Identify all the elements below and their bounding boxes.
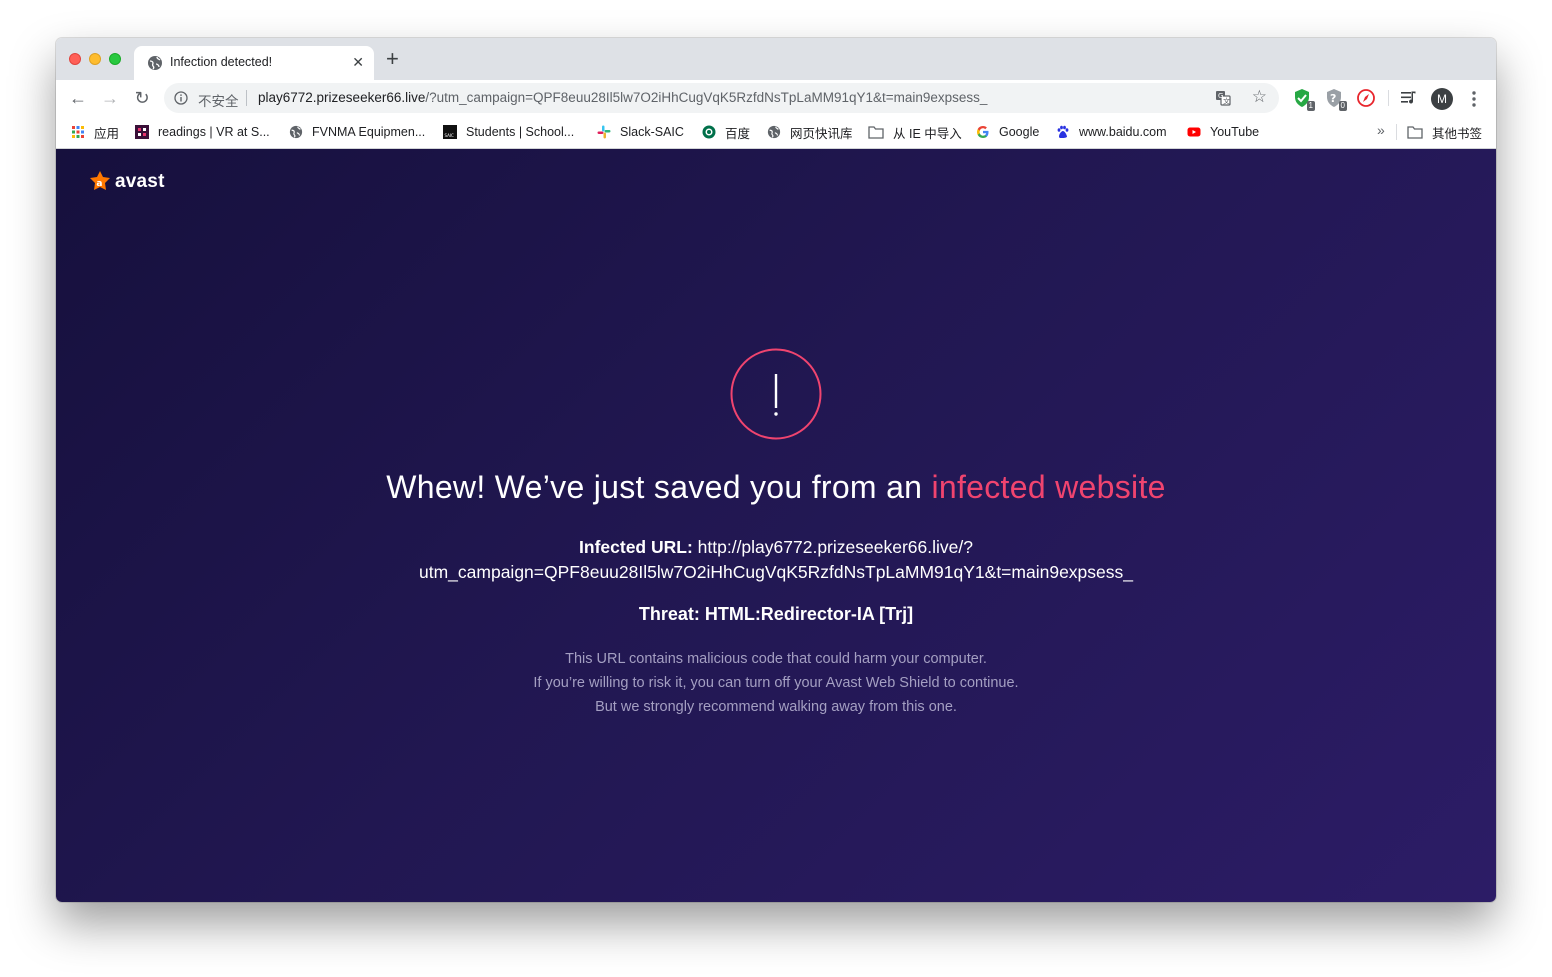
slack-icon	[597, 125, 611, 139]
bookmark-label: readings | VR at S...	[158, 125, 270, 139]
browser-window: Infection detected! ✕ + ← → ↻ 不安全 play67…	[56, 38, 1496, 902]
globe-icon	[148, 56, 162, 70]
address-url[interactable]: play6772.prizeseeker66.live/?utm_campaig…	[258, 90, 987, 105]
description-line: This URL contains malicious code that co…	[565, 651, 987, 667]
minimize-window-button[interactable]	[89, 53, 101, 65]
bookmark-webslice[interactable]: 网页快讯库	[767, 124, 853, 141]
bookmark-students[interactable]: SAIC Students | School...	[443, 124, 574, 140]
window-controls	[69, 53, 121, 65]
extension-compass[interactable]	[1356, 88, 1376, 108]
toolbar-separator	[1388, 90, 1389, 106]
avast-logo-icon: a	[90, 171, 110, 190]
folder-icon	[868, 126, 884, 139]
new-tab-button[interactable]: +	[386, 48, 399, 70]
tab-close-icon[interactable]: ✕	[352, 53, 364, 71]
warning-description: This URL contains malicious code that co…	[56, 647, 1496, 719]
starbucks-icon	[702, 125, 716, 139]
brand-name: avast	[115, 171, 165, 192]
bookmarks-overflow-button[interactable]: »	[1377, 122, 1385, 138]
apps-grid-icon	[72, 126, 84, 138]
menu-dots-icon[interactable]	[1467, 89, 1481, 109]
toolbar: ← → ↻ 不安全 play6772.prizeseeker66.live/?u…	[56, 80, 1496, 116]
compass-icon	[1357, 89, 1375, 107]
infected-url-part2: utm_campaign=QPF8euu28Il5lw7O2iHhCugVqK5…	[419, 562, 1133, 582]
media-queue-icon[interactable]	[1400, 90, 1418, 106]
reload-button[interactable]: ↻	[130, 87, 154, 109]
bookmark-label: www.baidu.com	[1079, 125, 1167, 139]
globe-icon	[767, 125, 781, 139]
bookmark-google[interactable]: Google	[976, 124, 1039, 140]
info-icon[interactable]	[174, 91, 188, 105]
security-label[interactable]: 不安全	[198, 90, 239, 110]
warning-headline: Whew! We’ve just saved you from an infec…	[56, 469, 1496, 506]
bookmark-slack[interactable]: Slack-SAIC	[597, 124, 684, 140]
forward-button[interactable]: →	[98, 87, 122, 109]
back-button[interactable]: ←	[66, 87, 90, 109]
svg-text:a: a	[96, 179, 102, 189]
bookmark-apps[interactable]: 应用	[71, 124, 120, 141]
bookmark-ie-folder[interactable]: 从 IE 中导入	[868, 124, 962, 141]
infected-url-label: Infected URL:	[579, 537, 693, 557]
bookmark-other[interactable]: 其他书签	[1407, 124, 1483, 141]
bookmark-label: 网页快讯库	[790, 126, 853, 141]
avast-logo: a avast	[88, 169, 165, 195]
headline-text: Whew! We’ve just saved you from an	[386, 469, 932, 505]
bookmarks-separator	[1396, 124, 1397, 140]
folder-icon	[1407, 126, 1423, 139]
address-separator	[246, 90, 247, 106]
headline-highlight: infected website	[931, 469, 1166, 505]
threat-name: Threat: HTML:Redirector-IA [Trj]	[638, 604, 914, 624]
tab-strip: Infection detected! ✕ +	[56, 38, 1496, 80]
address-bar[interactable]: 不安全 play6772.prizeseeker66.live/?utm_cam…	[164, 83, 1279, 113]
youtube-icon	[1187, 127, 1201, 137]
globe-icon	[289, 125, 303, 139]
svg-text:文: 文	[1223, 97, 1230, 106]
infected-url-part1: http://play6772.prizeseeker66.live/?	[697, 537, 973, 557]
translate-icon[interactable]: G 文	[1215, 90, 1231, 106]
bookmark-label: Google	[999, 125, 1040, 139]
profile-avatar[interactable]: M	[1431, 88, 1453, 110]
bookmark-star-icon[interactable]: ☆	[1252, 88, 1267, 106]
bookmarks-bar: 应用 readings | VR at S... FVNMA Equipmen.…	[56, 116, 1496, 149]
baidu-icon	[1057, 125, 1069, 139]
extension-question[interactable]: ? 0	[1324, 88, 1347, 111]
bookmark-label: 其他书签	[1432, 126, 1483, 141]
warning-exclamation-icon	[730, 348, 822, 440]
bookmark-label: Students | School...	[466, 125, 575, 139]
bookmark-fvnma[interactable]: FVNMA Equipmen...	[289, 124, 425, 140]
bookmark-baidu[interactable]: www.baidu.com	[1056, 124, 1167, 140]
bookmark-label: 应用	[94, 126, 120, 141]
bookmark-label: 从 IE 中导入	[893, 126, 962, 141]
bookmark-label: Slack-SAIC	[620, 125, 684, 139]
bookmark-youtube[interactable]: YouTube	[1187, 124, 1259, 140]
description-line: But we strongly recommend walking away f…	[595, 699, 957, 715]
extension-badge: 0	[1338, 101, 1347, 111]
bookmark-label: YouTube	[1210, 125, 1260, 139]
extension-badge: 1	[1306, 101, 1315, 111]
svg-text:SAIC: SAIC	[445, 133, 455, 138]
close-window-button[interactable]	[69, 53, 81, 65]
tab-active[interactable]: Infection detected! ✕	[134, 46, 374, 80]
avast-block-page: a avast Whew! We’ve just saved you from …	[56, 149, 1496, 902]
bookmark-readings[interactable]: readings | VR at S...	[135, 124, 270, 140]
extension-shield-check[interactable]: 1	[1292, 88, 1315, 111]
url-host: play6772.prizeseeker66.live	[258, 90, 426, 105]
description-line: If you’re willing to risk it, you can tu…	[533, 675, 1019, 691]
tab-title: Infection detected!	[170, 55, 273, 69]
svg-text:?: ?	[1330, 92, 1336, 105]
zoom-window-button[interactable]	[109, 53, 121, 65]
infected-url-block: Infected URL: http://play6772.prizeseeke…	[56, 535, 1496, 585]
url-path: /?utm_campaign=QPF8euu28Il5lw7O2iHhCugVq…	[425, 90, 988, 105]
saic-favicon: SAIC	[443, 125, 457, 139]
google-icon	[977, 126, 989, 138]
bookmark-label: 百度	[725, 126, 751, 141]
readings-favicon	[135, 125, 149, 139]
bookmark-label: FVNMA Equipmen...	[312, 125, 426, 139]
bookmark-baidu-cn[interactable]: 百度	[702, 124, 751, 141]
infected-url-line: Infected URL: http://play6772.prizeseeke…	[56, 535, 1496, 560]
